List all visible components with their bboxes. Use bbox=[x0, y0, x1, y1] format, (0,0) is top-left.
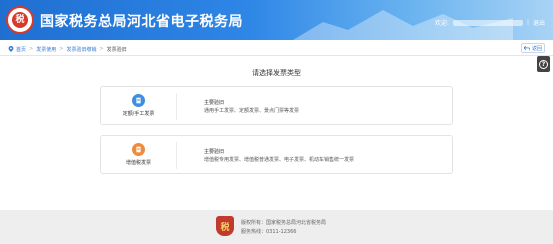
card-desc-title: 主要验旧 bbox=[204, 149, 225, 155]
invoice-icon bbox=[132, 143, 145, 156]
breadcrumb-separator: > bbox=[59, 46, 64, 52]
footer-emblem-glyph: 税 bbox=[220, 222, 230, 233]
footer-copyright: 版权所有：国家税务总局河北省税务局 bbox=[241, 220, 327, 226]
breadcrumb-current: 发票验旧 bbox=[106, 46, 127, 53]
card-desc-title: 主要验旧 bbox=[204, 100, 225, 106]
site-footer: 税 版权所有：国家税务总局河北省税务局 服务热线：0311-12366 bbox=[0, 210, 553, 244]
card-title: 增值税发票 bbox=[125, 160, 151, 166]
card-description: 主要验旧 通用手工发票、定额发票、景点门票等发票 bbox=[204, 99, 299, 115]
logout-link[interactable]: 退出 bbox=[533, 18, 545, 27]
logo-glyph: 税 bbox=[12, 12, 28, 28]
header-separator: | bbox=[526, 19, 529, 26]
back-button[interactable]: 返回 bbox=[521, 43, 545, 53]
tax-emblem-logo[interactable]: 税 bbox=[6, 6, 34, 34]
user-name-redacted bbox=[452, 19, 523, 26]
card-divider bbox=[176, 142, 177, 169]
breadcrumb-divider bbox=[0, 55, 553, 56]
user-area: 欢迎: | 退出 bbox=[435, 18, 545, 27]
breadcrumb: 首页 > 发票使用 > 发票验旧缴销 > 发票验旧 bbox=[8, 44, 127, 54]
card-desc-text: 增值税专用发票、增值税普通发票、电子发票、机动车销售统一发票 bbox=[204, 157, 355, 163]
card-description: 主要验旧 增值税专用发票、增值税普通发票、电子发票、机动车销售统一发票 bbox=[204, 148, 354, 164]
invoice-icon bbox=[132, 94, 145, 107]
breadcrumb-separator: > bbox=[29, 46, 34, 52]
select-invoice-type-prompt: 请选择发票类型 bbox=[252, 69, 301, 77]
invoice-type-card-quota-manual[interactable]: 定额/手工发票 主要验旧 通用手工发票、定额发票、景点门票等发票 bbox=[100, 86, 453, 125]
site-header: 税 国家税务总局河北省电子税务局 欢迎: | 退出 bbox=[0, 0, 553, 40]
card-divider bbox=[176, 93, 177, 120]
breadcrumb-invoice-use[interactable]: 发票使用 bbox=[36, 46, 56, 53]
card-icon-zone: 定额/手工发票 bbox=[101, 87, 176, 124]
welcome-label: 欢迎: bbox=[434, 20, 449, 27]
return-arrow-icon bbox=[523, 45, 530, 51]
location-pin-icon bbox=[8, 46, 14, 52]
footer-info: 版权所有：国家税务总局河北省税务局 服务热线：0311-12366 bbox=[241, 219, 326, 237]
breadcrumb-home[interactable]: 首页 bbox=[16, 46, 26, 53]
site-title: 国家税务总局河北省电子税务局 bbox=[40, 14, 243, 30]
card-title: 定额/手工发票 bbox=[122, 111, 155, 117]
card-icon-zone: 增值税发票 bbox=[101, 136, 176, 173]
tax-emblem-icon: 税 bbox=[216, 216, 234, 236]
footer-hotline: 服务热线：0311-12366 bbox=[241, 229, 297, 235]
breadcrumb-invoice-verify-cancel[interactable]: 发票验旧缴销 bbox=[66, 46, 96, 53]
back-button-label: 返回 bbox=[531, 45, 542, 52]
card-desc-text: 通用手工发票、定额发票、景点门票等发票 bbox=[204, 108, 300, 114]
breadcrumb-separator: > bbox=[99, 46, 104, 52]
invoice-type-card-vat[interactable]: 增值税发票 主要验旧 增值税专用发票、增值税普通发票、电子发票、机动车销售统一发… bbox=[100, 135, 453, 174]
